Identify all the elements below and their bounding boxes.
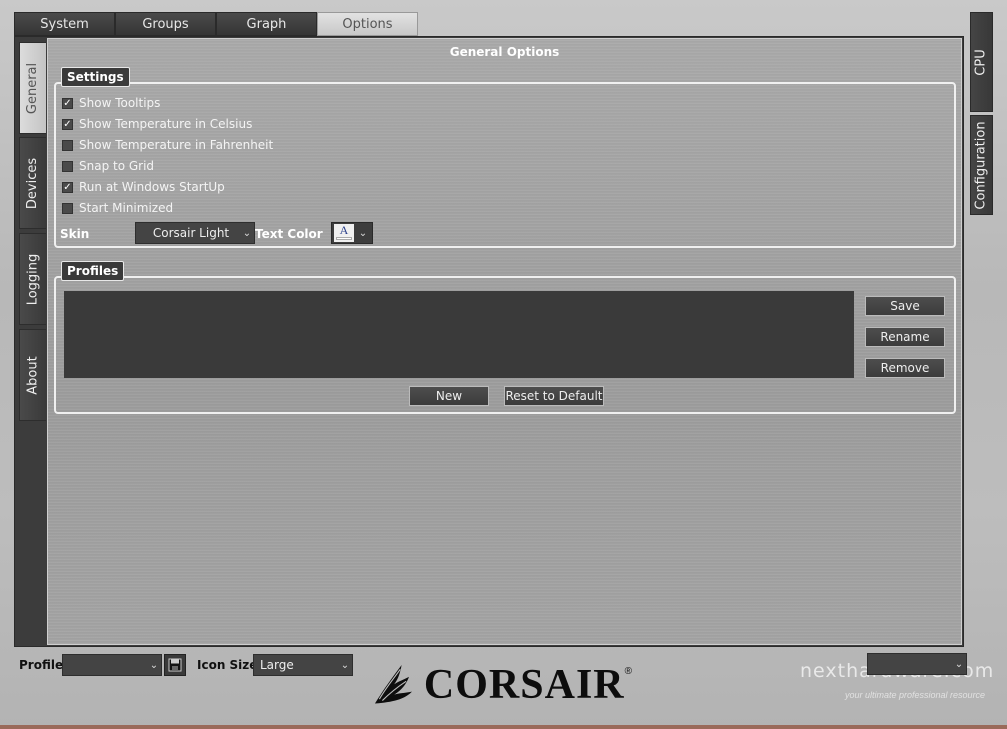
checkbox-label: Show Temperature in Celsius xyxy=(79,117,253,131)
tab-about[interactable]: About xyxy=(19,329,46,421)
chevron-down-icon: ⌄ xyxy=(242,227,252,239)
checkbox-box[interactable] xyxy=(62,160,73,172)
right-bottom-select[interactable]: ⌄ xyxy=(867,653,967,675)
icon-size-select[interactable]: Large ⌄ xyxy=(253,654,353,676)
bottom-strip xyxy=(0,725,1007,729)
tab-system[interactable]: System xyxy=(14,12,115,36)
tab-general-label: General xyxy=(25,62,41,114)
top-tab-bar: System Groups Graph Options xyxy=(14,12,418,36)
checkbox-label: Snap to Grid xyxy=(79,159,155,173)
checkbox-label: Start Minimized xyxy=(79,201,174,215)
tab-logging-label: Logging xyxy=(25,253,41,305)
chevron-down-icon: ⌄ xyxy=(954,658,964,670)
snap-to-grid-checkbox[interactable]: Snap to Grid xyxy=(62,158,154,174)
logo-text: CORSAIR xyxy=(423,662,625,708)
skin-select-value: Corsair Light xyxy=(152,226,230,240)
reset-default-button[interactable]: Reset to Default xyxy=(504,386,604,406)
settings-legend: Settings xyxy=(61,67,130,87)
show-fahrenheit-checkbox[interactable]: Show Temperature in Fahrenheit xyxy=(62,137,273,153)
checkbox-box[interactable]: ✓ xyxy=(62,181,73,193)
icon-size-select-value: Large xyxy=(260,658,294,672)
color-bar xyxy=(336,237,352,240)
start-minimized-checkbox[interactable]: Start Minimized xyxy=(62,200,173,216)
skin-label: Skin xyxy=(60,227,90,241)
save-icon[interactable] xyxy=(164,654,186,676)
font-color-icon: A xyxy=(339,223,349,237)
save-profile-button[interactable]: Save xyxy=(865,296,945,316)
checkbox-box[interactable]: ✓ xyxy=(62,97,73,109)
watermark-subtext: your ultimate professional resource xyxy=(845,690,986,700)
show-tooltips-checkbox[interactable]: ✓ Show Tooltips xyxy=(62,95,160,111)
run-at-startup-checkbox[interactable]: ✓ Run at Windows StartUp xyxy=(62,179,225,195)
corsair-logo: CORSAIR ® xyxy=(372,652,632,718)
tab-graph[interactable]: Graph xyxy=(216,12,317,36)
tab-groups[interactable]: Groups xyxy=(115,12,216,36)
profile-select[interactable]: ⌄ xyxy=(62,654,162,676)
tab-configuration-label: Configuration xyxy=(974,120,990,210)
tab-configuration[interactable]: Configuration xyxy=(970,115,993,215)
page-title: General Options xyxy=(449,45,560,59)
registered-mark: ® xyxy=(624,666,632,677)
new-profile-button[interactable]: New xyxy=(409,386,489,406)
tab-cpu[interactable]: CPU xyxy=(970,12,993,112)
tab-cpu-label: CPU xyxy=(974,48,989,76)
tab-general[interactable]: General xyxy=(19,42,46,134)
show-celsius-checkbox[interactable]: ✓ Show Temperature in Celsius xyxy=(62,116,252,132)
tab-options[interactable]: Options xyxy=(317,12,418,36)
corsair-sails-icon xyxy=(374,665,412,704)
checkbox-label: Run at Windows StartUp xyxy=(79,180,225,194)
tab-devices-label: Devices xyxy=(25,157,41,209)
skin-select[interactable]: Corsair Light ⌄ xyxy=(135,222,255,244)
remove-profile-button[interactable]: Remove xyxy=(865,358,945,378)
chevron-down-icon[interactable]: ⌄ xyxy=(354,228,372,239)
checkbox-box[interactable] xyxy=(62,202,73,214)
chevron-down-icon: ⌄ xyxy=(149,659,159,671)
text-color-swatch: A xyxy=(334,224,354,242)
rename-profile-button[interactable]: Rename xyxy=(865,327,945,347)
checkbox-box[interactable]: ✓ xyxy=(62,118,73,130)
profiles-list[interactable] xyxy=(64,291,854,378)
tab-about-label: About xyxy=(25,355,41,395)
checkbox-label: Show Temperature in Fahrenheit xyxy=(79,138,274,152)
profiles-legend: Profiles xyxy=(61,261,125,281)
floppy-disk-icon xyxy=(168,658,182,672)
tab-logging[interactable]: Logging xyxy=(19,233,46,325)
tab-devices[interactable]: Devices xyxy=(19,137,46,229)
checkbox-box[interactable] xyxy=(62,139,73,151)
chevron-down-icon: ⌄ xyxy=(340,659,350,671)
text-color-label: Text Color xyxy=(255,227,323,241)
checkbox-label: Show Tooltips xyxy=(79,96,161,110)
text-color-picker[interactable]: A ⌄ xyxy=(331,222,373,244)
